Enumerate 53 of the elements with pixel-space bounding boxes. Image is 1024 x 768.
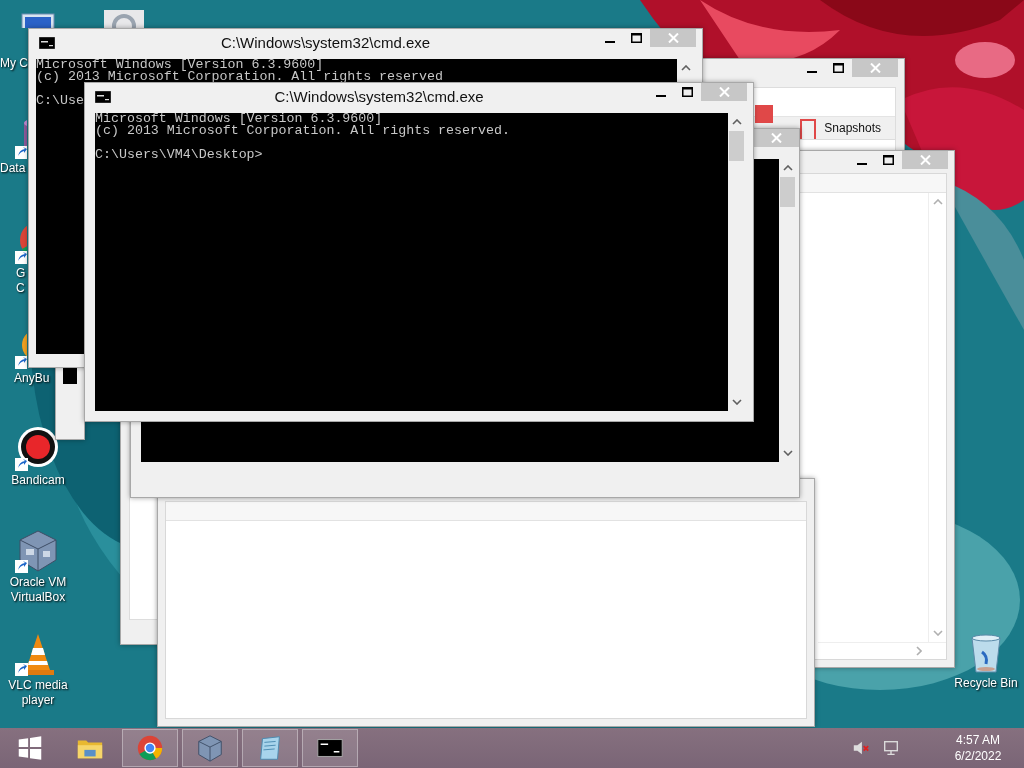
icon-label: G — [16, 266, 26, 281]
close-icon — [770, 133, 782, 143]
icon-label: AnyBu — [14, 371, 50, 386]
browser-icon — [135, 733, 165, 763]
icon-label: VLC media — [7, 678, 69, 693]
icon-label: player — [20, 693, 56, 708]
window-title: C:\Windows\system32\cmd.exe — [219, 33, 432, 52]
scroll-down-icon[interactable] — [782, 450, 793, 456]
icon-label: Bandicam — [10, 473, 66, 488]
console-line: (c) 2013 Microsoft Corporation. All rights reserved — [36, 71, 443, 83]
minimize-icon — [856, 162, 867, 165]
console-line: Microsoft Windows [Version 6.3.9600] — [36, 59, 324, 71]
console-prompt: C:\Use — [36, 95, 84, 107]
icon-label: My C — [0, 56, 28, 71]
network-icon[interactable] — [882, 739, 900, 757]
scroll-up-icon[interactable] — [680, 65, 691, 71]
speaker-muted-icon[interactable] — [852, 739, 870, 757]
icon-label: Data — [0, 161, 26, 176]
close-icon — [869, 63, 881, 73]
clock[interactable]: 4:57 AM 6/2/2022 — [938, 732, 1018, 764]
scroll-thumb[interactable] — [780, 177, 795, 207]
cube-icon — [195, 733, 225, 763]
maximize-icon — [682, 87, 693, 97]
minimize-icon — [655, 94, 666, 97]
maximize-icon — [631, 33, 642, 43]
console-icon — [39, 37, 55, 49]
icon-label: Recycle Bin — [953, 676, 1019, 691]
icon-label: Oracle VM — [8, 575, 68, 590]
close-icon — [919, 155, 931, 165]
minimize-icon — [806, 70, 817, 73]
icon-label: C — [16, 281, 25, 296]
maximize-icon — [833, 63, 844, 73]
console-line: Microsoft Windows [Version 6.3.9600] — [95, 113, 383, 125]
scroll-up-icon[interactable] — [782, 165, 793, 171]
maximize-icon — [883, 155, 894, 165]
console-prompt: C:\Users\VM4\Desktop> — [95, 149, 263, 161]
clock-date: 6/2/2022 — [954, 748, 1002, 764]
clock-time: 4:57 AM — [956, 732, 1000, 748]
cube-taskbar-button[interactable] — [182, 729, 238, 767]
close-icon — [718, 87, 730, 97]
icon-label: VirtualBox — [9, 590, 67, 605]
scroll-thumb[interactable] — [729, 131, 744, 161]
scroll-down-icon[interactable] — [731, 399, 742, 405]
close-button[interactable] — [753, 129, 799, 147]
tab[interactable]: Snapshots — [818, 117, 885, 139]
window-title: C:\Windows\system32\cmd.exe — [273, 87, 485, 106]
close-icon — [667, 33, 679, 43]
browser-taskbar-button[interactable] — [122, 729, 178, 767]
console-line: (c) 2013 Microsoft Corporation. All rights reserved. — [95, 125, 510, 137]
scroll-up-icon[interactable] — [731, 119, 742, 125]
console-taskbar-button[interactable] — [302, 729, 358, 767]
console-icon — [95, 91, 111, 103]
minimize-icon — [604, 40, 615, 43]
